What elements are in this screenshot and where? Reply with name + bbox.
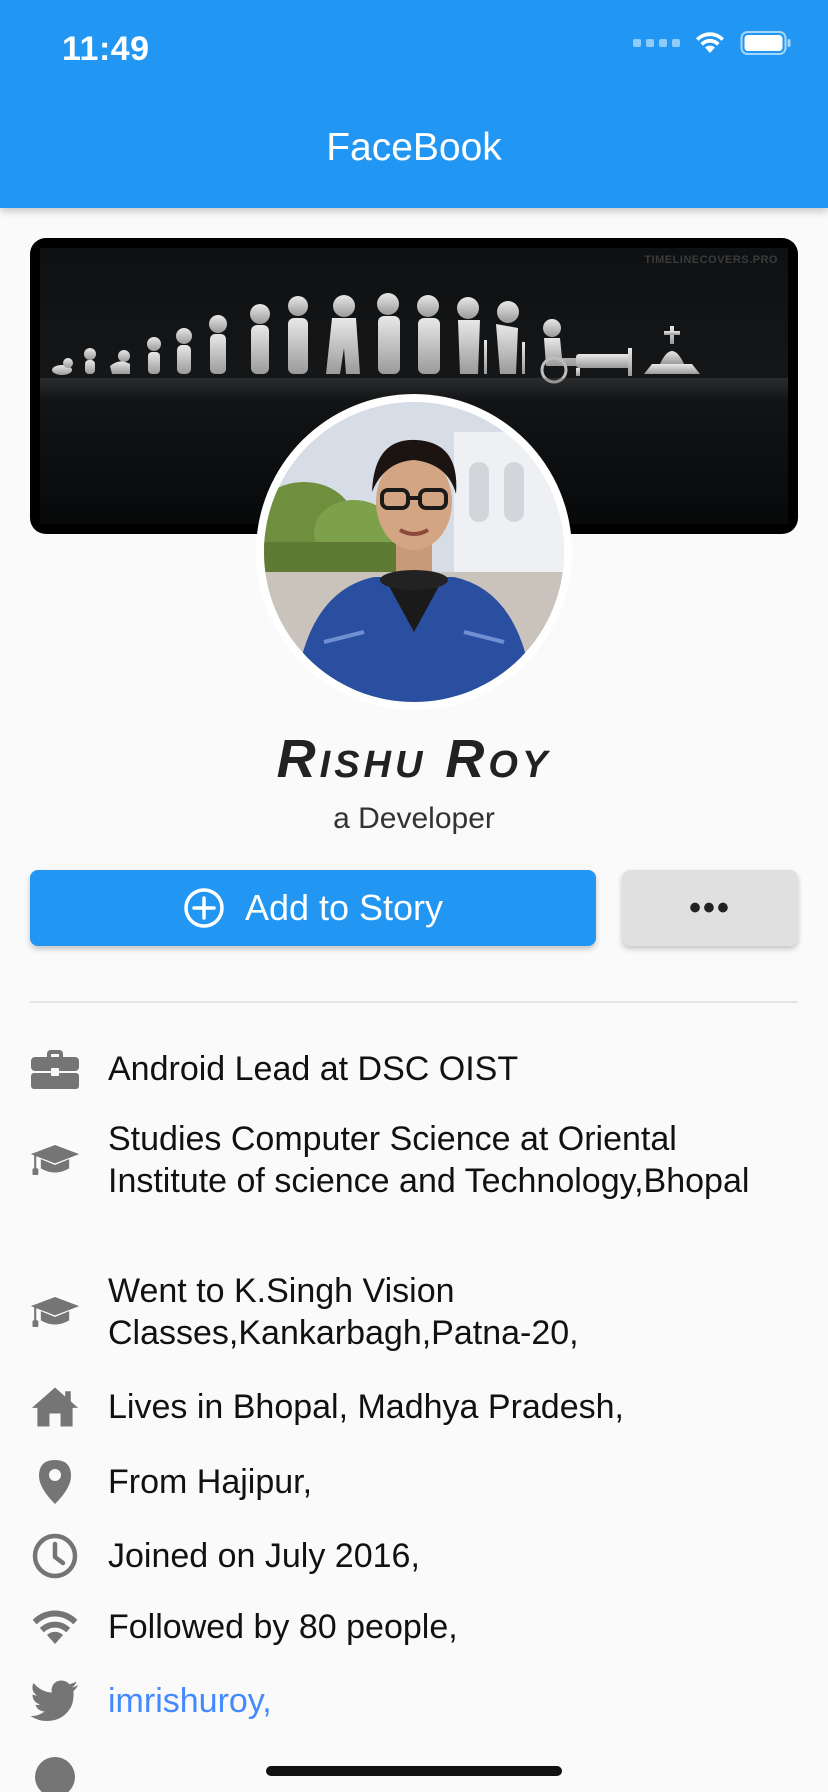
profile-avatar[interactable]: [256, 394, 572, 710]
wifi-status-icon: [696, 32, 724, 53]
clock-icon: [30, 1532, 80, 1580]
graduation-cap-icon: [30, 1292, 80, 1332]
home-indicator[interactable]: [266, 1766, 562, 1776]
avatar-photo: [264, 402, 564, 702]
add-to-story-label: Add to Story: [244, 887, 444, 928]
info-row-school: Went to K.Singh Vision Classes,Kankarbag…: [30, 1270, 800, 1354]
info-text: Followed by 80 people,: [108, 1608, 458, 1646]
add-circle-icon: [184, 888, 224, 928]
battery-icon: [740, 31, 791, 55]
info-row-twitter[interactable]: imrishuroy,: [30, 1680, 800, 1722]
info-text: Studies Computer Science at Oriental Ins…: [108, 1120, 750, 1200]
partial-next-row-icon: [30, 1752, 80, 1792]
info-text: Android Lead at DSC OIST: [108, 1050, 519, 1088]
avatar-illustration: [264, 402, 564, 702]
app-title: FaceBook: [326, 126, 502, 169]
info-row-followers: Followed by 80 people,: [30, 1606, 800, 1648]
status-icons: [633, 30, 792, 56]
info-text: Lives in Bhopal, Madhya Pradesh,: [108, 1388, 624, 1426]
more-options-label: •••: [689, 888, 731, 927]
app-bar: 11:49 FaceBook: [0, 0, 828, 208]
add-to-story-button[interactable]: Add to Story: [30, 870, 596, 946]
home-icon: [30, 1384, 80, 1430]
info-text: Joined on July 2016,: [108, 1537, 420, 1575]
info-row-from: From Hajipur,: [30, 1458, 800, 1506]
graduation-cap-icon: [30, 1140, 80, 1180]
profile-name: Rishu Roy: [276, 729, 552, 789]
info-row-work: Android Lead at DSC OIST: [30, 1048, 800, 1090]
twitter-icon: [30, 1680, 80, 1722]
twitter-handle-link[interactable]: imrishuroy,: [108, 1680, 272, 1722]
info-text: Went to K.Singh Vision Classes,Kankarbag…: [108, 1272, 579, 1352]
profile-subtitle: a Developer: [333, 802, 495, 835]
wifi-icon: [30, 1606, 80, 1648]
cover-watermark: TIMELINECOVERS.PRO: [644, 254, 778, 266]
more-options-button[interactable]: •••: [622, 870, 798, 946]
briefcase-icon: [30, 1048, 80, 1090]
cellular-signal-icon: [633, 39, 680, 47]
info-row-lives: Lives in Bhopal, Madhya Pradesh,: [30, 1384, 800, 1430]
divider: [30, 1001, 798, 1003]
info-row-joined: Joined on July 2016,: [30, 1532, 800, 1580]
info-text: From Hajipur,: [108, 1463, 313, 1501]
info-row-studies: Studies Computer Science at Oriental Ins…: [30, 1118, 800, 1202]
location-pin-icon: [30, 1458, 80, 1506]
status-time: 11:49: [62, 30, 150, 68]
